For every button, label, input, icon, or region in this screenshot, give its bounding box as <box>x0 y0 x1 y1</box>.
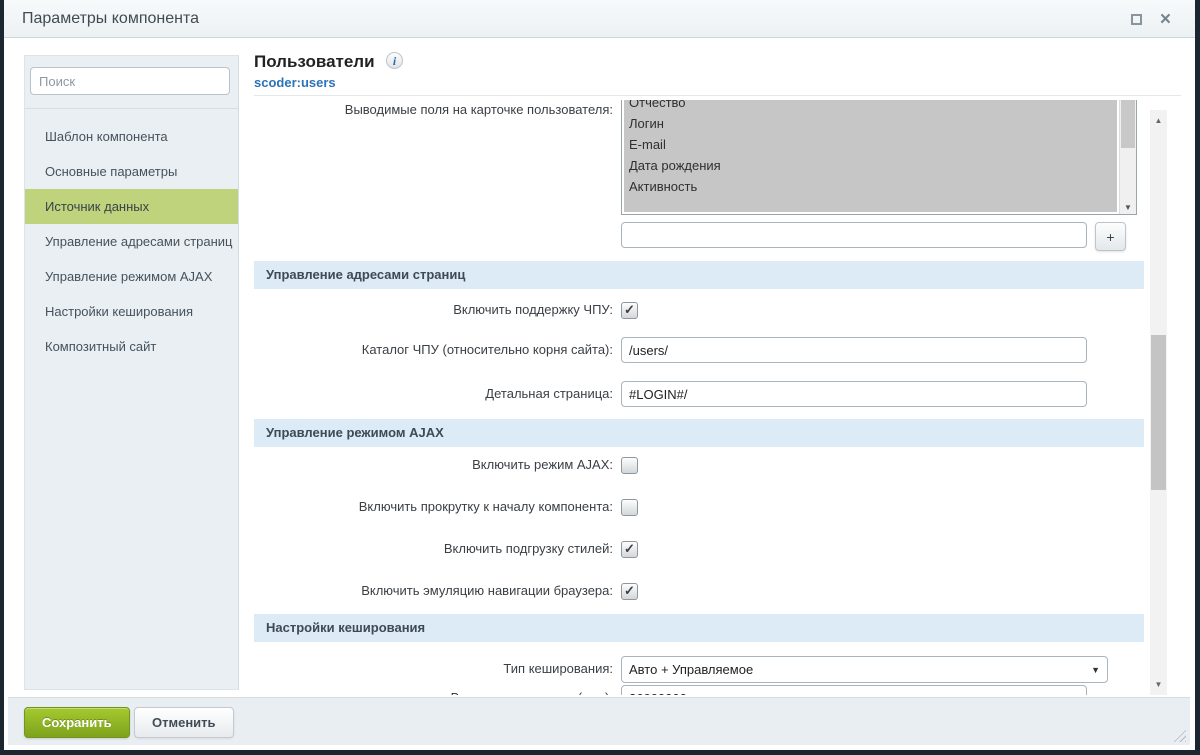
field-label: Включить прокрутку к началу компонента: <box>254 499 621 514</box>
field-label: Каталог ЧПУ (относительно корня сайта): <box>254 337 621 357</box>
add-field-button[interactable]: + <box>1095 222 1126 251</box>
multiselect-option[interactable]: Дата рождения <box>624 155 1117 176</box>
form-scrollbar-thumb[interactable] <box>1151 335 1166 490</box>
window-controls: × <box>1131 0 1171 38</box>
sidebar-item-page-urls[interactable]: Управление адресами страниц <box>25 224 238 259</box>
field-label: Включить режим AJAX: <box>254 457 621 472</box>
form-row-sef-folder: Каталог ЧПУ (относительно корня сайта): <box>254 337 1150 363</box>
sidebar-divider <box>25 108 238 109</box>
sidebar-item-cache-settings[interactable]: Настройки кеширования <box>25 294 238 329</box>
main-header: Пользователи i scoder:users <box>254 52 1137 90</box>
sef-mode-checkbox[interactable] <box>621 302 638 319</box>
sidebar-item-ajax-mode[interactable]: Управление режимом AJAX <box>25 259 238 294</box>
save-button[interactable]: Сохранить <box>24 707 130 738</box>
field-label: Включить подгрузку стилей: <box>254 541 621 556</box>
ajax-mode-checkbox[interactable] <box>621 457 638 474</box>
detail-page-input[interactable] <box>621 381 1087 407</box>
arrow-down-icon[interactable]: ▼ <box>1150 680 1167 689</box>
title-bar: Параметры компонента × <box>4 0 1195 38</box>
dialog-title: Параметры компонента <box>22 0 199 38</box>
form-row-user-card-fields: Выводимые поля на карточке пользователя:… <box>254 100 1150 215</box>
field-label: Тип кеширования: <box>254 656 621 676</box>
sidebar-item-data-source[interactable]: Источник данных <box>25 189 238 224</box>
section-header-page-urls: Управление адресами страниц <box>254 261 1144 289</box>
sidebar-item-component-template[interactable]: Шаблон компонента <box>25 119 238 154</box>
field-label: Включить эмуляцию навигации браузера: <box>254 583 621 598</box>
cancel-button[interactable]: Отменить <box>134 707 234 738</box>
multiselect-options: Отчество Логин E-mail Дата рождения Акти… <box>624 100 1117 212</box>
form-scroll-area: Выводимые поля на карточке пользователя:… <box>254 100 1150 695</box>
sidebar-item-composite-site[interactable]: Композитный сайт <box>25 329 238 364</box>
form-row-sef-mode: Включить поддержку ЧПУ: <box>254 302 1150 319</box>
search-input[interactable] <box>30 67 230 95</box>
section-header-ajax: Управление режимом AJAX <box>254 419 1144 447</box>
multiselect-option[interactable]: E-mail <box>624 134 1117 155</box>
field-label: Выводимые поля на карточке пользователя: <box>254 100 621 215</box>
form-row-cache-time: Время кеширования (сек.): <box>254 685 1150 695</box>
resize-grip[interactable] <box>1172 728 1186 742</box>
form-row-ajax-history: Включить эмуляцию навигации браузера: <box>254 583 1150 600</box>
form-row-ajax-scroll: Включить прокрутку к началу компонента: <box>254 499 1150 516</box>
form-row-ajax-styles: Включить подгрузку стилей: <box>254 541 1150 558</box>
ajax-history-checkbox[interactable] <box>621 583 638 600</box>
cache-time-input[interactable] <box>621 685 1087 695</box>
field-label: Детальная страница: <box>254 381 621 401</box>
maximize-icon[interactable] <box>1131 14 1142 25</box>
form-scrollbar[interactable]: ▲ ▼ <box>1150 110 1167 695</box>
component-title: Пользователи <box>254 52 375 72</box>
component-code-link[interactable]: scoder:users <box>254 75 1137 90</box>
ajax-scroll-checkbox[interactable] <box>621 499 638 516</box>
multiselect-scrollbar-thumb[interactable] <box>1121 100 1135 148</box>
section-header-cache: Настройки кеширования <box>254 614 1144 642</box>
sidebar-item-main-params[interactable]: Основные параметры <box>25 154 238 189</box>
cache-type-select[interactable]: Авто + Управляемое <box>621 656 1108 683</box>
arrow-down-icon[interactable]: ▼ <box>1120 203 1136 212</box>
field-label: Время кеширования (сек.): <box>254 685 621 695</box>
form-row-ajax-mode: Включить режим AJAX: <box>254 457 1150 474</box>
multiselect-option[interactable]: Отчество <box>624 100 1117 113</box>
dialog-window: Параметры компонента × Шаблон компонента… <box>0 0 1200 755</box>
header-divider <box>254 95 1181 96</box>
form-row-add-field: + <box>254 222 1150 251</box>
footer-bar: Сохранить Отменить <box>8 697 1190 745</box>
multiselect-option[interactable]: Логин <box>624 113 1117 134</box>
new-field-input[interactable] <box>621 222 1087 248</box>
field-label: Включить поддержку ЧПУ: <box>254 302 621 317</box>
multiselect-scrollbar[interactable]: ▼ <box>1119 100 1136 214</box>
ajax-styles-checkbox[interactable] <box>621 541 638 558</box>
info-icon[interactable]: i <box>386 52 403 69</box>
close-icon[interactable]: × <box>1160 10 1171 29</box>
user-fields-multiselect[interactable]: Отчество Логин E-mail Дата рождения Акти… <box>621 100 1137 215</box>
form-row-detail-page: Детальная страница: <box>254 381 1150 407</box>
multiselect-option[interactable]: Активность <box>624 176 1117 197</box>
arrow-up-icon[interactable]: ▲ <box>1150 116 1167 125</box>
sidebar: Шаблон компонента Основные параметры Ист… <box>24 55 239 690</box>
form-row-cache-type: Тип кеширования: Авто + Управляемое ▼ <box>254 656 1150 683</box>
sef-folder-input[interactable] <box>621 337 1087 363</box>
